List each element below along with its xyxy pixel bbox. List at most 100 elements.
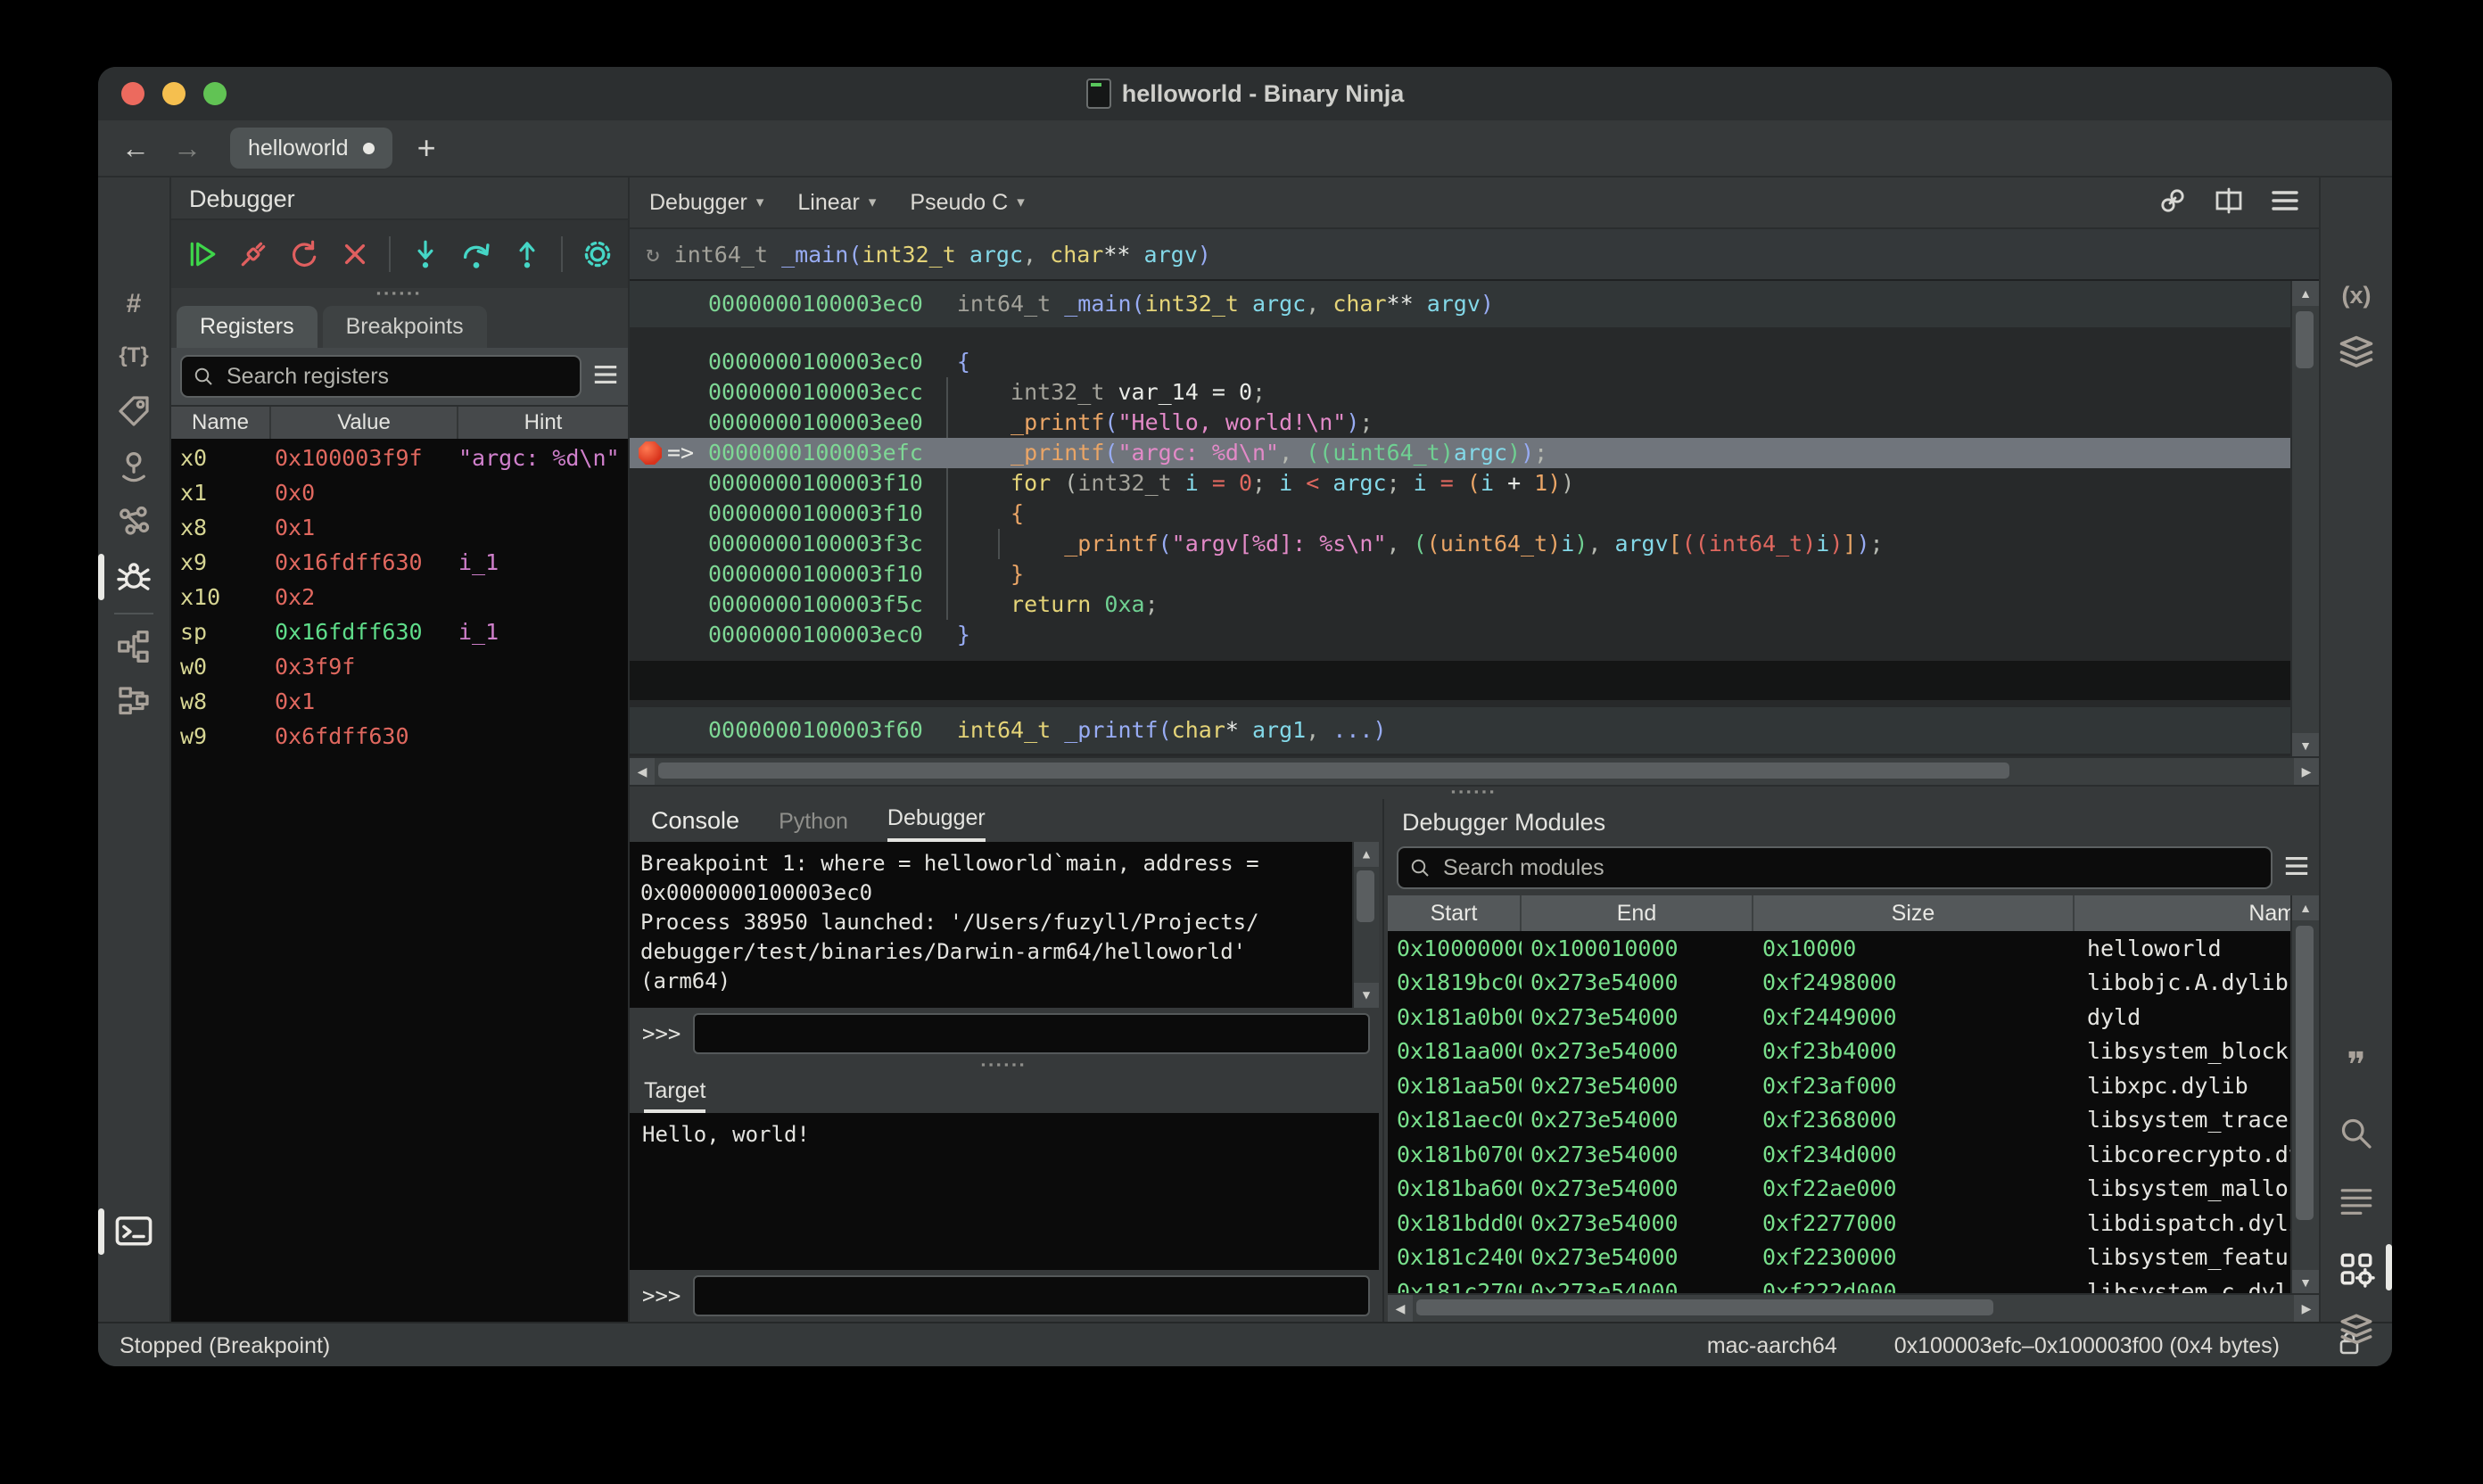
register-row[interactable]: sp0x16fdff630i_1 xyxy=(171,614,628,649)
code-line[interactable]: 0000000100003f10 } xyxy=(630,559,2290,589)
register-row[interactable]: w00x3f9f xyxy=(171,649,628,684)
module-row[interactable]: 0x181c240000x273e540000xf2230000libsyste… xyxy=(1388,1241,2292,1275)
stack-view-icon[interactable] xyxy=(2321,331,2392,374)
view-menu-pseudo-c[interactable]: Pseudo C▾ xyxy=(910,190,1024,216)
scroll-up-arrow[interactable]: ▲ xyxy=(2292,281,2319,306)
panel-divider[interactable] xyxy=(1379,799,1388,1322)
types-icon[interactable]: {T} xyxy=(98,334,169,377)
debugger-icon[interactable] xyxy=(98,556,169,598)
drag-handle[interactable]: ▪▪▪▪▪▪ xyxy=(171,288,628,301)
scroll-down-arrow[interactable]: ▼ xyxy=(1354,983,1379,1008)
symbols-icon[interactable]: # xyxy=(98,283,169,326)
scrollbar-thumb[interactable] xyxy=(1357,870,1374,922)
scrollbar-thumb[interactable] xyxy=(2296,311,2314,368)
scroll-up-arrow[interactable]: ▲ xyxy=(2292,895,2319,920)
column-start[interactable]: Start xyxy=(1388,895,1522,931)
column-module-name[interactable]: Name xyxy=(2075,895,2292,931)
kill-button[interactable] xyxy=(333,229,376,279)
cross-references-icon[interactable] xyxy=(98,500,169,543)
search-registers-input[interactable] xyxy=(225,363,569,391)
tab-target[interactable]: Target xyxy=(644,1078,705,1113)
module-search-box[interactable] xyxy=(1397,846,2273,889)
register-row[interactable]: x00x100003f9f"argc: %d\n" xyxy=(171,441,628,475)
register-row[interactable]: x100x2 xyxy=(171,580,628,614)
code-line[interactable]: 0000000100003ecc int32_t var_14 = 0; xyxy=(630,377,2290,408)
tab-debugger-console[interactable]: Debugger xyxy=(887,805,986,842)
tab-registers[interactable]: Registers xyxy=(177,306,318,348)
breakpoint-icon[interactable] xyxy=(639,441,662,465)
layers-icon[interactable] xyxy=(2321,1308,2392,1351)
scroll-up-arrow[interactable]: ▲ xyxy=(1354,842,1379,867)
tab-breakpoints[interactable]: Breakpoints xyxy=(323,306,487,348)
drag-handle[interactable]: ▪▪▪▪▪▪ xyxy=(630,1059,1379,1072)
tab-python[interactable]: Python xyxy=(779,809,848,842)
module-row[interactable]: 0x1000000000x1000100000x10000helloworld xyxy=(1388,931,2292,966)
register-row[interactable]: x90x16fdff630i_1 xyxy=(171,545,628,580)
column-size[interactable]: Size xyxy=(1753,895,2075,931)
module-row[interactable]: 0x181b070000x273e540000xf234d000libcorec… xyxy=(1388,1137,2292,1172)
code-horizontal-scrollbar[interactable]: ◀ ▶ xyxy=(630,756,2319,785)
refresh-icon[interactable]: ↻ xyxy=(646,241,660,268)
column-value[interactable]: Value xyxy=(271,407,458,439)
debugger-settings-button[interactable] xyxy=(575,229,619,279)
tag-icon[interactable] xyxy=(98,390,169,433)
debugger-console-log[interactable]: Breakpoint 1: where = helloworld`main, a… xyxy=(630,842,1379,1008)
debugger-console-input[interactable] xyxy=(693,1013,1370,1054)
linear-view[interactable]: ↻ int64_t _main(int32_t argc, char** arg… xyxy=(630,229,2319,785)
drag-handle[interactable]: ▪▪▪▪▪▪ xyxy=(630,785,2319,799)
scroll-right-arrow[interactable]: ▶ xyxy=(2294,758,2319,785)
view-menu-debugger[interactable]: Debugger▾ xyxy=(649,190,763,216)
step-over-button[interactable] xyxy=(454,229,498,279)
resume-button[interactable] xyxy=(180,229,224,279)
column-hint[interactable]: Hint xyxy=(458,407,628,439)
strings-icon[interactable]: ❞ xyxy=(2321,1044,2392,1087)
variables-icon[interactable]: (x) xyxy=(2321,274,2392,317)
scrollbar-thumb[interactable] xyxy=(1416,1299,1993,1315)
outline-icon[interactable] xyxy=(98,680,169,723)
console-scrollbar[interactable]: ▲ ▼ xyxy=(1352,842,1379,1008)
search-modules-input[interactable] xyxy=(1441,854,2260,882)
register-options-menu-icon[interactable] xyxy=(592,363,619,391)
code-line[interactable]: 0000000100003ec0{ xyxy=(630,347,2290,377)
forward-arrow-icon[interactable]: → xyxy=(173,134,202,162)
view-menu-icon[interactable] xyxy=(2271,188,2299,218)
column-name[interactable]: Name xyxy=(171,407,271,439)
scroll-right-arrow[interactable]: ▶ xyxy=(2294,1295,2319,1322)
restart-button[interactable] xyxy=(282,229,326,279)
terminal-icon[interactable] xyxy=(98,1210,169,1253)
plugins-icon[interactable] xyxy=(2321,1248,2392,1290)
tab-helloworld[interactable]: helloworld xyxy=(230,128,392,169)
code-line[interactable]: 0000000100003f3c _printf("argv[%d]: %s\n… xyxy=(630,529,2290,559)
split-view-icon[interactable] xyxy=(2214,186,2244,219)
scrollbar-thumb[interactable] xyxy=(2296,926,2314,1220)
back-arrow-icon[interactable]: ← xyxy=(121,134,150,162)
column-end[interactable]: End xyxy=(1522,895,1753,931)
code-line[interactable]: 0000000100003f10 for (int32_t i = 0; i <… xyxy=(630,468,2290,499)
code-vertical-scrollbar[interactable]: ▲ ▼ xyxy=(2290,281,2319,758)
module-row[interactable]: 0x1819bc0000x273e540000xf2498000libobjc.… xyxy=(1388,966,2292,1001)
module-row[interactable]: 0x181bdd0000x273e540000xf2277000libdispa… xyxy=(1388,1206,2292,1241)
step-return-button[interactable] xyxy=(505,229,549,279)
target-input[interactable] xyxy=(693,1275,1370,1316)
memory-map-icon[interactable] xyxy=(98,445,169,488)
find-icon[interactable] xyxy=(2321,1112,2392,1155)
modules-vertical-scrollbar[interactable]: ▲ ▼ xyxy=(2290,895,2319,1295)
module-row[interactable]: 0x181a0b0000x273e540000xf2449000dyld xyxy=(1388,1000,2292,1035)
register-row[interactable]: w80x1 xyxy=(171,684,628,719)
register-row[interactable]: x10x0 xyxy=(171,475,628,510)
module-row[interactable]: 0x181aa00000x273e540000xf23b4000libsyste… xyxy=(1388,1035,2292,1069)
current-instruction-line[interactable]: =>0000000100003efc _printf("argc: %d\n",… xyxy=(630,438,2319,468)
attach-button[interactable] xyxy=(231,229,275,279)
link-icon[interactable] xyxy=(2158,186,2187,219)
scroll-left-arrow[interactable]: ◀ xyxy=(630,758,655,785)
register-search-box[interactable] xyxy=(180,355,582,398)
module-row[interactable]: 0x181c270000x273e540000xf222d000libsyste… xyxy=(1388,1274,2292,1293)
code-line[interactable]: 0000000100003f10 { xyxy=(630,499,2290,529)
code-listing[interactable]: 0000000100003ec0int64_t _main(int32_t ar… xyxy=(630,281,2319,756)
scrollbar-thumb[interactable] xyxy=(658,763,2009,779)
code-line[interactable]: 0000000100003ee0 _printf("Hello, world!\… xyxy=(630,408,2290,438)
module-options-menu-icon[interactable] xyxy=(2283,854,2310,882)
code-line[interactable]: 0000000100003ec0} xyxy=(630,620,2290,650)
module-row[interactable]: 0x181ba60000x273e540000xf22ae000libsyste… xyxy=(1388,1172,2292,1207)
log-icon[interactable] xyxy=(2321,1180,2392,1223)
